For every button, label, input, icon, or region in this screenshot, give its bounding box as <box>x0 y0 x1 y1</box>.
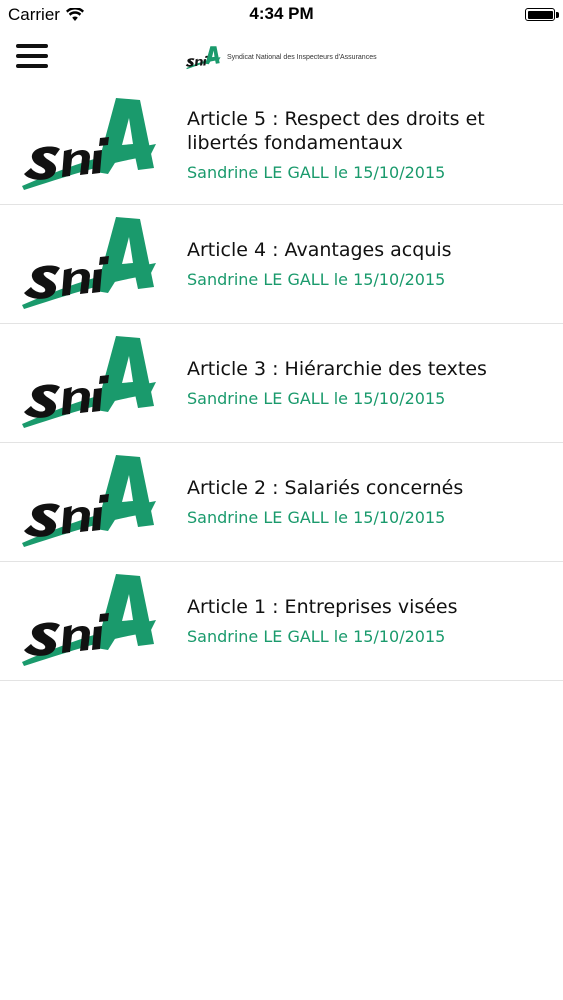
article-list: Article 5 : Respect des droits et libert… <box>0 86 563 681</box>
menu-button[interactable] <box>16 42 50 70</box>
status-bar: Carrier 4:34 PM <box>0 0 563 30</box>
article-title: Article 5 : Respect des droits et libert… <box>187 108 485 154</box>
item-text: Article 3 : Hiérarchie des textes Sandri… <box>187 324 549 442</box>
snia-logo-icon <box>22 98 156 190</box>
article-author-date: Sandrine LE GALL le 15/10/2015 <box>187 627 446 646</box>
snia-logo-icon <box>22 336 156 428</box>
header-logo-text: Syndicat National des Inspecteurs d'Assu… <box>227 53 377 61</box>
snia-logo-icon <box>185 46 221 70</box>
battery-fill <box>527 10 553 19</box>
navigation-bar: Syndicat National des Inspecteurs d'Assu… <box>0 30 563 86</box>
article-author-date: Sandrine LE GALL le 15/10/2015 <box>187 508 446 527</box>
article-title: Article 3 : Hiérarchie des textes <box>187 358 487 380</box>
item-text: Article 4 : Avantages acquis Sandrine LE… <box>187 205 549 323</box>
battery-tip <box>556 12 559 18</box>
hamburger-line <box>16 64 48 68</box>
list-item[interactable]: Article 3 : Hiérarchie des textes Sandri… <box>0 324 563 443</box>
article-author-date: Sandrine LE GALL le 15/10/2015 <box>187 270 446 289</box>
item-text: Article 5 : Respect des droits et libert… <box>187 86 549 204</box>
battery-icon <box>525 8 555 21</box>
snia-logo-icon <box>22 455 156 547</box>
list-item[interactable]: Article 4 : Avantages acquis Sandrine LE… <box>0 205 563 324</box>
article-author-date: Sandrine LE GALL le 15/10/2015 <box>187 389 446 408</box>
list-item[interactable]: Article 1 : Entreprises visées Sandrine … <box>0 562 563 681</box>
hamburger-line <box>16 44 48 48</box>
item-text: Article 2 : Salariés concernés Sandrine … <box>187 443 549 561</box>
snia-logo-icon <box>22 217 156 309</box>
list-item[interactable]: Article 5 : Respect des droits et libert… <box>0 86 563 205</box>
item-text: Article 1 : Entreprises visées Sandrine … <box>187 562 549 680</box>
article-title: Article 4 : Avantages acquis <box>187 239 452 261</box>
hamburger-line <box>16 54 48 58</box>
snia-logo-icon <box>22 574 156 666</box>
article-author-date: Sandrine LE GALL le 15/10/2015 <box>187 163 446 182</box>
status-time: 4:34 PM <box>249 4 314 23</box>
list-item[interactable]: Article 2 : Salariés concernés Sandrine … <box>0 443 563 562</box>
article-title: Article 2 : Salariés concernés <box>187 477 464 499</box>
header-logo: Syndicat National des Inspecteurs d'Assu… <box>183 44 377 70</box>
article-title: Article 1 : Entreprises visées <box>187 596 458 618</box>
